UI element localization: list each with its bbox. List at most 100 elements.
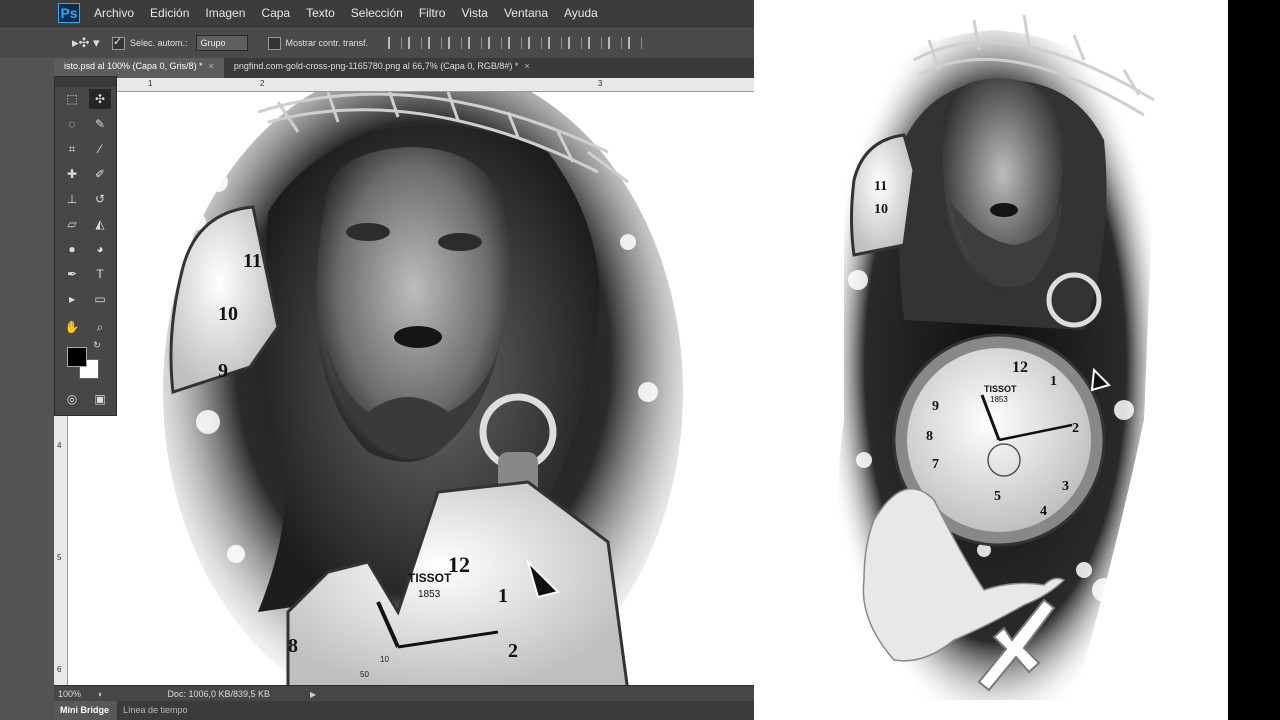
- dodge-tool-icon[interactable]: ◕: [89, 239, 111, 259]
- menu-seleccion[interactable]: Selección: [351, 6, 403, 20]
- type-tool-icon[interactable]: T: [89, 264, 111, 284]
- watch-subdial-number: 10: [380, 655, 389, 664]
- eyedropper-tool-icon[interactable]: ⁄: [89, 139, 111, 159]
- tattoo-preview-artwork: 11 10 12 1 2 3 4 5 7 8 9 TISSOT 1853: [837, 14, 1155, 700]
- tab-mini-bridge[interactable]: Mini Bridge: [54, 701, 117, 720]
- menu-vista[interactable]: Vista: [461, 6, 487, 20]
- left-panel-strip: [0, 58, 54, 720]
- align-vcenter-icon[interactable]: [408, 37, 423, 49]
- rectangle-tool-icon[interactable]: ▭: [89, 289, 111, 309]
- preview-watch-numeral: 5: [994, 489, 1001, 504]
- pen-tool-icon[interactable]: ✒: [61, 264, 83, 284]
- close-icon[interactable]: ×: [524, 61, 529, 71]
- move-tool-icon[interactable]: ✣: [89, 89, 111, 109]
- auto-select-label: Selec. autom.:: [130, 38, 188, 48]
- menu-imagen[interactable]: Imagen: [205, 6, 245, 20]
- auto-select-checkbox[interactable]: [112, 35, 125, 50]
- left-eye: [346, 223, 390, 241]
- document-canvas[interactable]: 11 10 9 12 1 2 8 TISSOT 1853 50 10: [68, 92, 754, 685]
- healing-brush-tool-icon[interactable]: ✚: [61, 164, 83, 184]
- distribute-left-icon[interactable]: [568, 37, 583, 49]
- ruler-tick-label: 4: [57, 441, 62, 450]
- quick-mask-icon[interactable]: ◎: [61, 389, 83, 409]
- brush-tool-icon[interactable]: ✐: [89, 164, 111, 184]
- stamp-tool-icon[interactable]: ⊥: [61, 189, 83, 209]
- preview-watch-numeral: 9: [932, 399, 939, 414]
- watch-numeral: 2: [508, 640, 518, 662]
- align-right-icon[interactable]: [488, 37, 503, 49]
- document-info: Doc: 1006,0 KB/839,5 KB: [167, 689, 271, 699]
- ruler-tick-label: 5: [57, 553, 62, 562]
- zoom-level[interactable]: 100%: [58, 689, 98, 699]
- preview-watch-numeral: 4: [1040, 504, 1047, 519]
- preview-watch-numeral: 7: [932, 457, 939, 472]
- tab-label: isto.psd al 100% (Capa 0, Gris/8) *: [64, 61, 203, 71]
- distribute-bottom-icon[interactable]: [548, 37, 563, 49]
- foreground-color-swatch[interactable]: [67, 347, 87, 367]
- clock-numeral: 11: [243, 250, 262, 272]
- close-icon[interactable]: ×: [209, 61, 214, 71]
- ruler-tick-label: 6: [57, 665, 62, 674]
- right-black-bar: [1228, 0, 1280, 720]
- blur-tool-icon[interactable]: ●: [61, 239, 83, 259]
- history-brush-tool-icon[interactable]: ↺: [89, 189, 111, 209]
- options-bar: ▸✣ ▾ Selec. autom.: Grupo Mostrar contr.…: [0, 26, 754, 60]
- distribute-top-icon[interactable]: [508, 37, 523, 49]
- align-hcenter-icon[interactable]: [468, 37, 483, 49]
- menu-ayuda[interactable]: Ayuda: [564, 6, 598, 20]
- path-select-tool-icon[interactable]: ▸: [61, 289, 83, 309]
- preview-watch-numeral: 3: [1062, 479, 1069, 494]
- menu-ventana[interactable]: Ventana: [504, 6, 548, 20]
- crop-tool-icon[interactable]: ⌗: [61, 139, 83, 159]
- ruler-horizontal: 1 2 3: [54, 78, 754, 92]
- hand-tool-icon[interactable]: ✋: [61, 317, 83, 337]
- auto-align-icon[interactable]: [628, 37, 643, 49]
- quick-select-tool-icon[interactable]: ✎: [89, 114, 111, 134]
- swap-colors-icon[interactable]: ↻: [91, 339, 103, 351]
- watch-subdial-number: 50: [360, 670, 369, 679]
- move-tool-preset-icon[interactable]: ▸✣ ▾: [72, 35, 106, 51]
- preview-watch-numeral: 1: [1050, 374, 1057, 389]
- tab-cross-png[interactable]: pngfind.com-gold-cross-png-1165780.png a…: [224, 58, 540, 78]
- preview-watch-numeral: 2: [1072, 421, 1079, 436]
- tab-timeline[interactable]: Línea de tiempo: [117, 701, 196, 720]
- tools-panel: ⬚ ✣ ◌ ✎ ⌗ ⁄ ✚ ✐ ⊥ ↺ ▱ ◭ ● ◕ ✒ T ▸ ▭ ✋ ⌕ …: [54, 76, 117, 416]
- photoshop-logo-icon: Ps: [58, 3, 80, 23]
- watch-brand: TISSOT: [408, 571, 452, 585]
- distribute-right-icon[interactable]: [608, 37, 623, 49]
- eraser-tool-icon[interactable]: ▱: [61, 214, 83, 234]
- menu-bar: Ps Archivo Edición Imagen Capa Texto Sel…: [0, 0, 754, 26]
- align-top-icon[interactable]: [388, 37, 403, 49]
- tab-cristo-psd[interactable]: isto.psd al 100% (Capa 0, Gris/8) * ×: [54, 58, 224, 78]
- screen-mode-icon[interactable]: ▣: [89, 389, 111, 409]
- distribute-hcenter-icon[interactable]: [588, 37, 603, 49]
- document-tabs: isto.psd al 100% (Capa 0, Gris/8) * × png…: [54, 58, 754, 78]
- menu-capa[interactable]: Capa: [261, 6, 290, 20]
- menu-archivo[interactable]: Archivo: [94, 6, 134, 20]
- auto-select-dropdown[interactable]: Grupo: [195, 35, 248, 51]
- zoom-tool-icon[interactable]: ⌕: [89, 317, 111, 337]
- preview-watch-year: 1853: [990, 395, 1008, 404]
- tab-label: pngfind.com-gold-cross-png-1165780.png a…: [233, 61, 519, 71]
- show-transform-checkbox[interactable]: [267, 36, 281, 50]
- clock-numeral: 10: [218, 303, 238, 325]
- bottom-panel-tabs: Mini Bridge Línea de tiempo: [54, 701, 754, 720]
- status-menu-arrow-icon[interactable]: ▶: [310, 690, 316, 699]
- lasso-tool-icon[interactable]: ◌: [61, 114, 83, 134]
- mouth: [394, 326, 442, 348]
- status-bar: 100% ◐ Doc: 1006,0 KB/839,5 KB ▶: [54, 685, 754, 702]
- clock-numeral: 9: [218, 360, 228, 382]
- bucket-tool-icon[interactable]: ◭: [89, 214, 111, 234]
- ruler-tick-label: 3: [598, 79, 603, 88]
- menu-edicion[interactable]: Edición: [150, 6, 189, 20]
- ruler-tick-label: 2: [260, 79, 265, 88]
- status-info-icon[interactable]: ◐: [98, 689, 103, 699]
- distribute-vcenter-icon[interactable]: [528, 37, 543, 49]
- align-bottom-icon[interactable]: [428, 37, 443, 49]
- menu-texto[interactable]: Texto: [306, 6, 335, 20]
- marquee-tool-icon[interactable]: ⬚: [61, 89, 83, 109]
- watch-numeral: 8: [288, 635, 298, 657]
- preview-watch-numeral: 8: [926, 429, 933, 444]
- align-left-icon[interactable]: [448, 37, 463, 49]
- menu-filtro[interactable]: Filtro: [419, 6, 446, 20]
